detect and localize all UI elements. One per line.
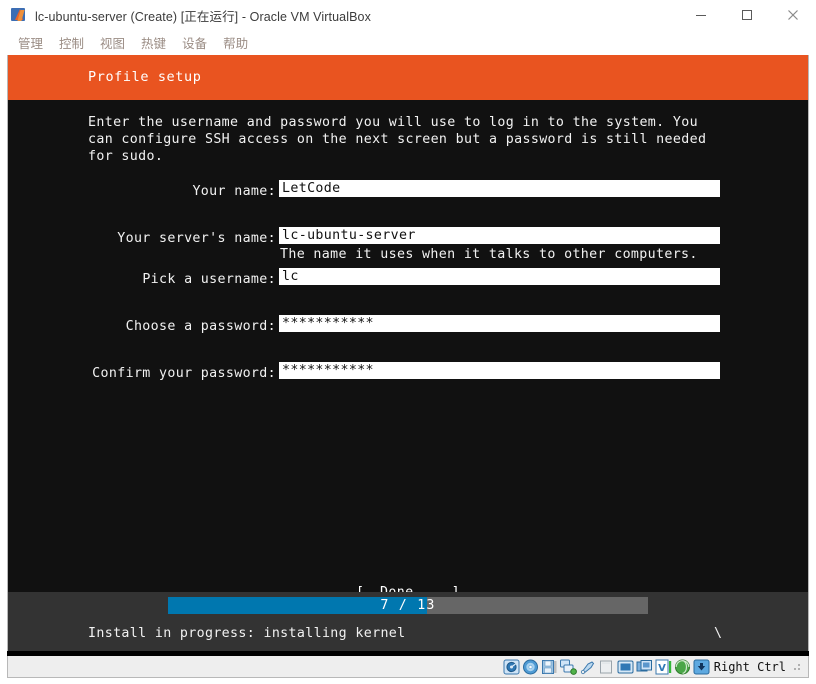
menubar: 管理 控制 视图 热键 设备 帮助 — [0, 30, 816, 55]
menu-item-view[interactable]: 视图 — [92, 31, 133, 54]
menu-item-control[interactable]: 控制 — [51, 31, 92, 54]
optical-disk-icon[interactable] — [522, 659, 539, 675]
installer-body: Enter the username and password you will… — [8, 100, 808, 600]
install-status-text: Install in progress: installing kernel — [88, 626, 406, 641]
virtualbox-logo-icon — [11, 7, 27, 23]
usb-icon[interactable] — [579, 659, 596, 675]
display-icon[interactable] — [617, 659, 634, 675]
profile-form: Your name: LetCode Your server's name: l… — [8, 180, 808, 409]
username-label: Pick a username: — [142, 272, 276, 287]
spinner-glyph: \ — [714, 626, 723, 641]
window-controls — [678, 0, 816, 30]
confirm-password-input[interactable]: *********** — [279, 362, 720, 379]
window-titlebar[interactable]: lc-ubuntu-server (Create) [正在运行] - Oracl… — [0, 0, 816, 30]
username-input[interactable]: lc — [279, 268, 720, 285]
host-key-icon[interactable] — [693, 659, 710, 675]
floppy-disk-icon[interactable] — [541, 659, 558, 675]
minimize-button[interactable] — [678, 0, 724, 30]
menu-item-hotkey[interactable]: 热键 — [133, 31, 174, 54]
mouse-integration-icon[interactable] — [674, 659, 691, 675]
vm-statusbar: V Right Ctrl — [7, 656, 809, 678]
done-button-wrap: [ Done ] — [8, 572, 808, 600]
installer-footer: 7 / 13 Install in progress: installing k… — [8, 592, 808, 651]
server-name-hint: The name it uses when it talks to other … — [280, 247, 698, 262]
video-capture-icon[interactable]: V — [655, 659, 672, 675]
menu-item-help[interactable]: 帮助 — [215, 31, 256, 54]
progress-bar-text: 7 / 13 — [380, 598, 436, 613]
confirm-password-label: Confirm your password: — [92, 366, 276, 381]
virtualbox-window: lc-ubuntu-server (Create) [正在运行] - Oracl… — [0, 0, 816, 684]
svg-text:V: V — [658, 663, 666, 674]
menu-item-devices[interactable]: 设备 — [174, 31, 215, 54]
form-row-server-name: Your server's name: lc-ubuntu-server The… — [8, 227, 808, 262]
progress-bar: 7 / 13 — [168, 597, 648, 614]
close-button[interactable] — [770, 0, 816, 30]
your-name-input[interactable]: LetCode — [279, 180, 720, 197]
resize-grip[interactable] — [792, 662, 802, 672]
form-row-username: Pick a username: lc — [8, 268, 808, 292]
maximize-button[interactable] — [724, 0, 770, 30]
form-row-password: Choose a password: *********** — [8, 315, 808, 339]
server-name-input[interactable]: lc-ubuntu-server — [279, 227, 720, 244]
installer-header: Profile setup — [8, 55, 808, 100]
form-row-your-name: Your name: LetCode — [8, 180, 808, 204]
window-title: lc-ubuntu-server (Create) [正在运行] - Oracl… — [35, 9, 371, 24]
remote-desktop-icon[interactable] — [636, 659, 653, 675]
form-row-confirm-password: Confirm your password: *********** — [8, 362, 808, 386]
menu-item-manage[interactable]: 管理 — [10, 31, 51, 54]
your-name-label: Your name: — [192, 184, 276, 199]
statusbar-icon-group: V — [503, 659, 710, 675]
intro-text: Enter the username and password you will… — [88, 115, 707, 164]
password-input[interactable]: *********** — [279, 315, 720, 332]
server-name-label: Your server's name: — [117, 231, 276, 246]
hard-disk-icon[interactable] — [503, 659, 520, 675]
shared-folders-icon[interactable] — [598, 659, 615, 675]
vm-guest-screen[interactable]: Profile setup Enter the username and pas… — [8, 55, 808, 651]
password-label: Choose a password: — [125, 319, 276, 334]
host-key-label: Right Ctrl — [713, 659, 786, 674]
network-icon[interactable] — [559, 659, 577, 675]
page-title: Profile setup — [88, 69, 202, 85]
